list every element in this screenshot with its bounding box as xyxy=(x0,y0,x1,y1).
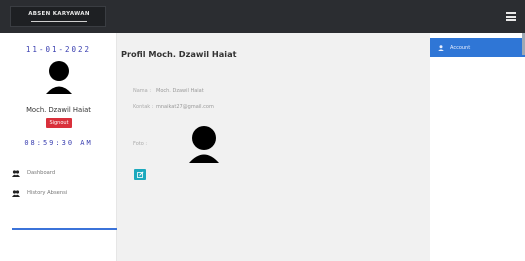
brand-title: ABSEN KARYAWAN xyxy=(28,11,90,17)
account-menu-item[interactable]: Account xyxy=(430,38,525,57)
current-time: 08:59:30 AM xyxy=(24,139,93,147)
page-title: Profil Moch. Dzawil Haiat xyxy=(121,49,237,59)
account-menu-label: Account xyxy=(450,44,471,51)
kontak-value: mnaikat27@gmail.com xyxy=(156,104,214,110)
nama-value: Moch. Dzawil Haiat xyxy=(156,88,204,94)
brand-logo[interactable]: ABSEN KARYAWAN xyxy=(10,6,106,27)
horizontal-scroll-indicator xyxy=(12,228,132,230)
right-dropdown-panel: Account xyxy=(430,33,525,261)
brand-underline xyxy=(31,21,87,22)
hamburger-menu-icon[interactable] xyxy=(506,12,516,21)
sidebar-item-label: History Absensi xyxy=(27,190,68,196)
user-icon xyxy=(438,44,444,51)
sidebar-user-name: Moch. Dzawil Haiat xyxy=(26,106,91,114)
kontak-label: Kontak : xyxy=(133,104,154,110)
sidebar-item-dashboard[interactable]: Dashboard xyxy=(12,168,55,178)
user-avatar-icon xyxy=(46,61,72,94)
foto-label: Foto : xyxy=(133,141,148,147)
users-icon xyxy=(12,169,20,177)
sidebar-item-history-absensi[interactable]: History Absensi xyxy=(12,188,67,198)
sidebar-item-label: Dashboard xyxy=(27,170,56,176)
top-navbar: ABSEN KARYAWAN xyxy=(0,0,525,33)
profile-photo-icon xyxy=(189,126,219,163)
sidebar: 11-01-2022 Moch. Dzawil Haiat Signout 08… xyxy=(0,33,117,261)
app-window: ABSEN KARYAWAN 11-01-2022 Moch. Dzawil H… xyxy=(0,0,525,261)
current-date: 11-01-2022 xyxy=(25,45,92,54)
edit-icon xyxy=(136,171,144,178)
edit-profile-button[interactable] xyxy=(134,169,146,180)
main-content: Profil Moch. Dzawil Haiat Nama : Moch. D… xyxy=(117,33,430,261)
signout-button[interactable]: Signout xyxy=(46,118,72,128)
nama-label: Nama : xyxy=(133,88,152,94)
users-icon xyxy=(12,189,20,197)
